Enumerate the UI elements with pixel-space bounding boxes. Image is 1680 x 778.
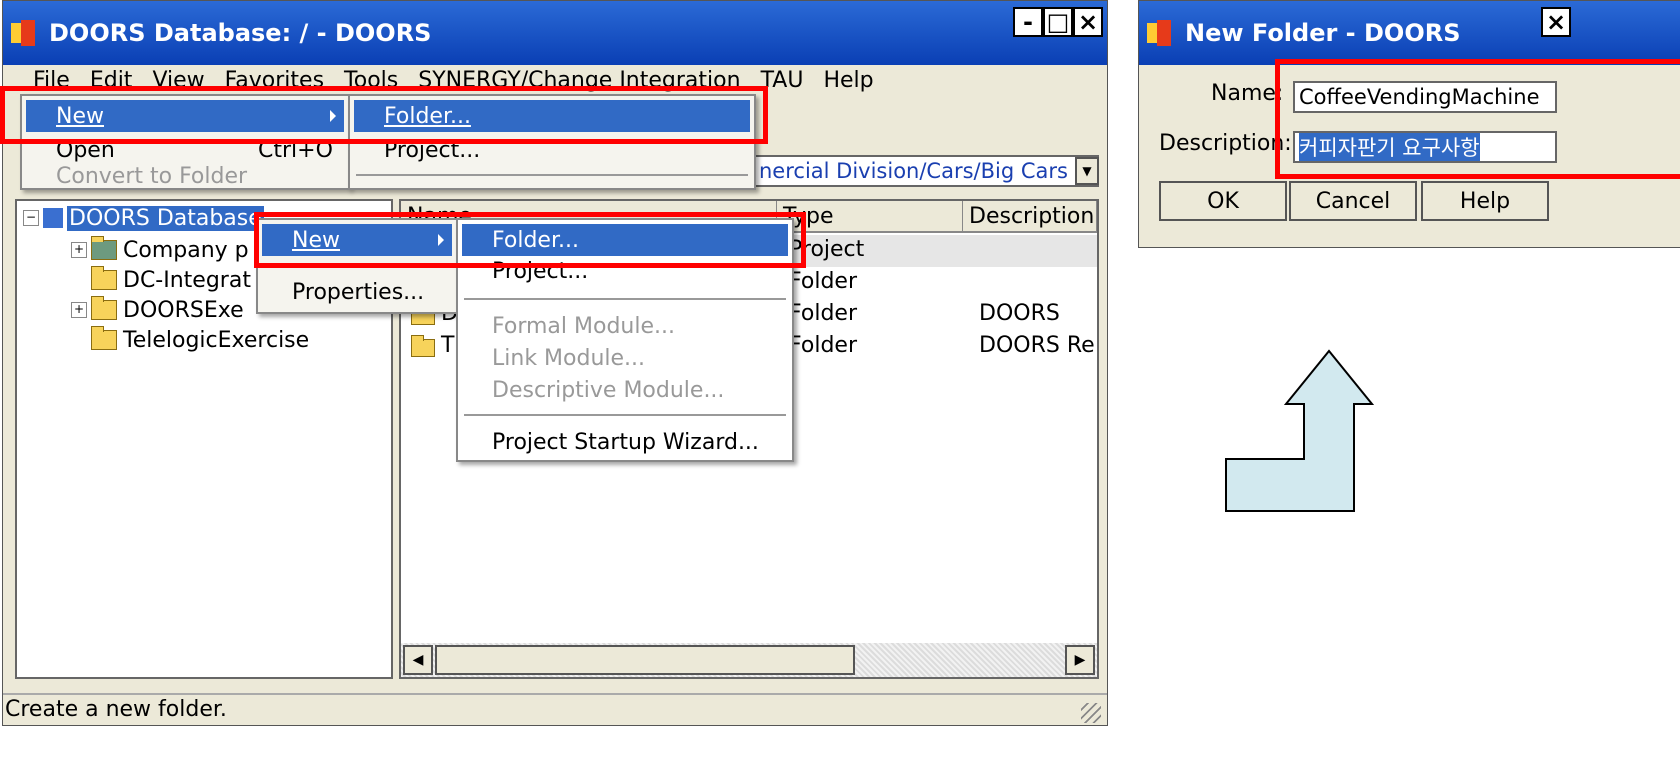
main-window-title: DOORS Database: / - DOORS — [49, 19, 432, 47]
highlight-box-context-new — [254, 212, 806, 268]
arrow-right-icon: ▶ — [1074, 652, 1086, 668]
row-type: Folder — [789, 333, 857, 358]
turn-up-arrow-icon — [1225, 349, 1375, 512]
scroll-thumb[interactable] — [435, 645, 855, 675]
help-button-label: Help — [1459, 188, 1511, 214]
horizontal-scrollbar[interactable]: ◀ ▶ — [401, 643, 1097, 677]
file-menu-convert[interactable]: Convert to Folder — [26, 164, 344, 188]
tree-item-label: TelelogicExercise — [123, 327, 310, 353]
folder-icon — [91, 296, 117, 320]
context-new-descriptive-module[interactable]: Descriptive Module... — [462, 374, 788, 406]
maximize-button[interactable]: □ — [1043, 7, 1073, 37]
scroll-right-button[interactable]: ▶ — [1065, 645, 1095, 675]
folder-icon — [91, 266, 117, 290]
path-combo[interactable]: nercial Division/Cars/Big Cars — [753, 155, 1099, 187]
ok-button[interactable]: OK — [1159, 181, 1287, 221]
tree-item-label: DC-Integrat — [123, 267, 251, 293]
collapse-icon[interactable]: − — [23, 210, 39, 226]
tree-item[interactable]: + DOORSExe — [71, 295, 244, 325]
arrow-left-icon: ◀ — [412, 652, 424, 668]
doors-app-icon — [1147, 20, 1173, 46]
expand-icon[interactable]: + — [71, 302, 87, 318]
row-description: DOORS — [979, 301, 1060, 326]
doors-app-icon — [11, 20, 37, 46]
path-combo-dropdown-button[interactable]: ▼ — [1075, 157, 1099, 185]
resize-grip-icon[interactable] — [1081, 703, 1101, 723]
dialog-titlebar[interactable]: New Folder - DOORS × — [1139, 1, 1680, 65]
dialog-title: New Folder - DOORS — [1185, 19, 1461, 47]
column-header-description-label: Description — [969, 203, 1095, 229]
status-bar: Create a new folder. — [3, 693, 1107, 725]
chevron-down-icon: ▼ — [1082, 164, 1092, 178]
folder-icon — [91, 236, 117, 260]
tree-item-label: Company p — [123, 237, 249, 263]
tree-item[interactable]: TelelogicExercise — [91, 325, 309, 355]
context-new-descriptive-module-label: Descriptive Module... — [492, 377, 725, 403]
database-icon — [43, 208, 63, 228]
ok-button-label: OK — [1207, 188, 1239, 214]
highlight-box-dialog-fields — [1275, 59, 1680, 179]
description-label: Description: — [1159, 131, 1292, 156]
menu-separator — [464, 298, 786, 300]
tree-root[interactable]: − DOORS Database — [23, 203, 264, 233]
tree-item[interactable]: + Company p — [71, 235, 249, 265]
tree-item[interactable]: DC-Integrat — [91, 265, 251, 295]
row-description: DOORS Re — [979, 333, 1095, 358]
tree-item-label: DOORSExe — [123, 297, 244, 323]
help-button[interactable]: Help — [1421, 181, 1549, 221]
context-menu-properties-label: Properties... — [292, 279, 425, 305]
menu-separator — [464, 414, 786, 416]
context-new-startup-wizard-label: Project Startup Wizard... — [492, 429, 759, 455]
cancel-button[interactable]: Cancel — [1289, 181, 1417, 221]
row-type: Folder — [789, 269, 857, 294]
context-new-startup-wizard[interactable]: Project Startup Wizard... — [462, 426, 788, 458]
tree-root-label: DOORS Database — [67, 205, 264, 231]
context-new-link-module[interactable]: Link Module... — [462, 342, 788, 374]
row-type: Folder — [789, 301, 857, 326]
new-folder-dialog: New Folder - DOORS × Name: CoffeeVending… — [1138, 0, 1680, 248]
context-new-formal-module-label: Formal Module... — [492, 313, 675, 339]
main-titlebar[interactable]: DOORS Database: / - DOORS - □ × — [3, 1, 1107, 65]
scroll-left-button[interactable]: ◀ — [403, 645, 433, 675]
folder-icon — [411, 335, 435, 357]
file-menu-convert-label: Convert to Folder — [56, 164, 248, 188]
close-button[interactable]: × — [1073, 7, 1103, 37]
column-header-description[interactable]: Description — [963, 201, 1097, 233]
minimize-button[interactable]: - — [1013, 7, 1043, 37]
menu-separator — [356, 174, 748, 176]
path-combo-value: nercial Division/Cars/Big Cars — [759, 159, 1068, 183]
context-new-formal-module[interactable]: Formal Module... — [462, 310, 788, 342]
status-text: Create a new folder. — [5, 697, 227, 722]
highlight-box-file-new — [0, 86, 768, 144]
menu-help[interactable]: Help — [823, 68, 873, 93]
context-menu-properties[interactable]: Properties... — [262, 276, 452, 308]
row-name: T — [441, 333, 455, 358]
context-new-link-module-label: Link Module... — [492, 345, 646, 371]
dialog-close-button[interactable]: × — [1541, 7, 1571, 37]
name-label: Name: — [1211, 81, 1284, 106]
cancel-button-label: Cancel — [1315, 188, 1391, 214]
expand-icon[interactable]: + — [71, 242, 87, 258]
folder-icon — [91, 326, 117, 350]
